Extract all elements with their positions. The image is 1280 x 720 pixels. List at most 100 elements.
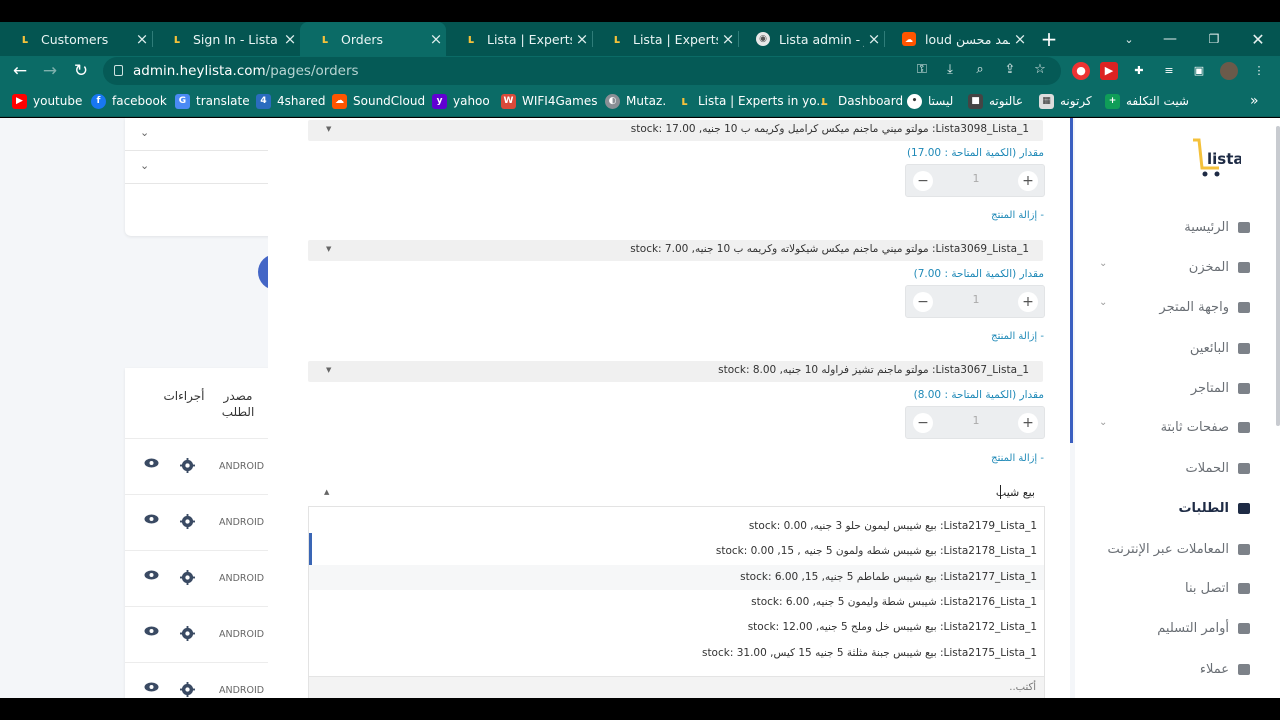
eye-icon[interactable]: [144, 682, 159, 692]
tab-lista-experts-2[interactable]: ʟ Lista | Experts in y ×: [592, 22, 739, 56]
install-icon[interactable]: ⤓: [941, 62, 959, 80]
sidebar-item-customers[interactable]: عملاء: [1200, 658, 1250, 680]
bookmark-lista-experts[interactable]: ʟ Lista | Experts in yo...: [677, 92, 828, 110]
decrement-button[interactable]: −: [913, 413, 933, 433]
sidebar-item-delivery-orders[interactable]: أوامر التسليم: [1157, 617, 1250, 639]
chevron-down-icon[interactable]: ⌄: [140, 126, 149, 139]
forward-arrow-icon[interactable]: →: [35, 56, 65, 86]
gear-icon[interactable]: [180, 682, 195, 697]
dropdown-option[interactable]: Lista2176_Lista_1: شيبس شطة وليمون 5 جني…: [309, 590, 1044, 615]
bookmark-4shared[interactable]: 4 4shared: [256, 92, 326, 110]
chevron-down-icon[interactable]: ⌄: [1099, 258, 1107, 269]
product-select[interactable]: ▼ Lista3098_Lista_1: مولتو ميني ماجنم مي…: [308, 120, 1043, 141]
quantity-input[interactable]: 1: [966, 293, 986, 306]
gear-icon[interactable]: [180, 570, 195, 585]
dropdown-footer-input[interactable]: أكتب..: [309, 676, 1044, 698]
quantity-input[interactable]: 1: [966, 414, 986, 427]
close-icon[interactable]: ×: [572, 30, 592, 48]
bookmark-lista-ar[interactable]: • ليستا: [907, 92, 953, 110]
close-icon[interactable]: ×: [718, 30, 738, 48]
bookmark-soundcloud[interactable]: ☁ SoundCloud: [332, 92, 425, 110]
sidebar-item-stores[interactable]: المتاجر: [1191, 377, 1250, 399]
tab-customers[interactable]: ʟ Customers ×: [0, 22, 153, 56]
minimize-button[interactable]: —: [1148, 22, 1192, 56]
gear-icon[interactable]: [180, 458, 195, 473]
back-arrow-icon[interactable]: ←: [5, 56, 35, 86]
dropdown-option[interactable]: Lista2172_Lista_1: بيع شيبس خل وملح 5 جن…: [309, 615, 1044, 640]
product-select[interactable]: ▼ Lista3067_Lista_1: مولتو ماجنم تشيز فر…: [308, 361, 1043, 382]
sidebar-item-inventory[interactable]: المخزن: [1189, 256, 1250, 278]
quantity-input[interactable]: 1: [966, 172, 986, 185]
chevron-down-icon[interactable]: ⌄: [140, 159, 149, 172]
sidebar-item-contact-us[interactable]: اتصل بنا: [1185, 577, 1250, 599]
side-panel-icon[interactable]: ▣: [1190, 62, 1208, 80]
filter-row[interactable]: ⌄: [125, 151, 275, 184]
tab-orders[interactable]: ʟ Orders ×: [300, 22, 446, 56]
reload-icon[interactable]: ↻: [66, 56, 96, 86]
bookmarks-overflow-icon[interactable]: »: [1250, 92, 1259, 110]
sidebar-item-orders[interactable]: الطلبات: [1178, 497, 1250, 519]
dropdown-option[interactable]: Lista2177_Lista_1: بيع شيبس طماطم 5 جنيه…: [309, 565, 1044, 590]
caret-down-icon[interactable]: ▼: [326, 366, 331, 374]
new-tab-button[interactable]: +: [1038, 22, 1060, 56]
close-icon[interactable]: ×: [426, 30, 446, 48]
menu-kebab-icon[interactable]: ⋮: [1250, 62, 1268, 80]
eye-icon[interactable]: [144, 514, 159, 524]
chevron-down-icon[interactable]: ⌄: [1099, 417, 1107, 428]
sidebar-item-static-pages[interactable]: صفحات ثابتة: [1161, 416, 1250, 438]
extensions-puzzle-icon[interactable]: ✚: [1130, 62, 1148, 80]
increment-button[interactable]: +: [1018, 413, 1038, 433]
extension-video-icon[interactable]: ▶: [1100, 62, 1118, 80]
eye-icon[interactable]: [144, 626, 159, 636]
product-search-input[interactable]: بيع شيب: [996, 486, 1035, 499]
decrement-button[interactable]: −: [913, 171, 933, 191]
caret-down-icon[interactable]: ▼: [326, 245, 331, 253]
remove-product-link[interactable]: - إزالة المنتج: [991, 210, 1044, 221]
remove-product-link[interactable]: - إزالة المنتج: [991, 331, 1044, 342]
bookmark-dashboard[interactable]: ʟ Dashboard: [817, 92, 903, 110]
extension-red-icon[interactable]: ●: [1072, 62, 1090, 80]
key-icon[interactable]: ⚿: [913, 62, 931, 80]
lista-logo[interactable]: lista: [1189, 138, 1241, 178]
chevron-down-icon[interactable]: ⌄: [1099, 297, 1107, 308]
profile-avatar[interactable]: [1220, 62, 1238, 80]
sidebar-item-sellers[interactable]: البائعين: [1190, 337, 1250, 359]
close-icon[interactable]: ×: [280, 30, 300, 48]
dropdown-option[interactable]: Lista2178_Lista_1: بيع شيبس شطه ولمون 5 …: [309, 539, 1044, 564]
eye-icon[interactable]: [144, 570, 159, 580]
address-bar[interactable]: admin.heylista.com/pages/orders ⚿ ⤓ ⌕ ⇪ …: [103, 57, 1061, 85]
dropdown-option[interactable]: Lista2175_Lista_1: بيع شيبس جبنة مثلثة 5…: [309, 641, 1044, 666]
tab-soundcloud[interactable]: ☁ loud محمد محسن ×: [884, 22, 1030, 56]
gear-icon[interactable]: [180, 514, 195, 529]
caret-up-icon[interactable]: ▲: [324, 488, 329, 496]
product-search-select[interactable]: ▲ بيع شيب: [308, 482, 1043, 506]
increment-button[interactable]: +: [1018, 171, 1038, 191]
reading-list-icon[interactable]: ≡: [1160, 62, 1178, 80]
bookmark-mutaz[interactable]: ◐ Mutaz.: [605, 92, 666, 110]
bookmark-translate[interactable]: Gtranslate: [175, 92, 250, 110]
sidebar-item-home[interactable]: الرئيسية: [1184, 216, 1250, 238]
tab-search-chevron-icon[interactable]: ⌄: [1107, 22, 1151, 56]
tab-lista-experts-1[interactable]: ʟ Lista | Experts in y ×: [446, 22, 593, 56]
filter-row[interactable]: ⌄: [125, 118, 275, 151]
gear-icon[interactable]: [180, 626, 195, 641]
product-select[interactable]: ▼ Lista3069_Lista_1: مولتو ميني ماجنم مي…: [308, 240, 1043, 261]
share-icon[interactable]: ⇪: [1001, 62, 1019, 80]
bookmark-wifi4games[interactable]: W WIFI4Games: [501, 92, 597, 110]
remove-product-link[interactable]: - إزالة المنتج: [991, 453, 1044, 464]
decrement-button[interactable]: −: [913, 292, 933, 312]
bookmark-alnota[interactable]: ■ عالنوته: [968, 92, 1023, 110]
caret-down-icon[interactable]: ▼: [326, 125, 331, 133]
close-icon[interactable]: ×: [1010, 30, 1030, 48]
close-icon[interactable]: ×: [132, 30, 152, 48]
dropdown-option[interactable]: Lista2179_Lista_1: بيع شيبس ليمون حلو 3 …: [309, 514, 1044, 539]
scrollbar-thumb[interactable]: [1276, 126, 1280, 426]
bookmark-facebook[interactable]: f facebook: [91, 92, 167, 110]
bookmark-kartona[interactable]: ▦ كرتونه: [1039, 92, 1092, 110]
bookmark-youtube[interactable]: ▶ youtube: [12, 92, 82, 110]
eye-icon[interactable]: [144, 458, 159, 468]
sidebar-item-storefront[interactable]: واجهة المتجر: [1159, 296, 1250, 318]
close-icon[interactable]: ×: [864, 30, 884, 48]
bookmark-cost-sheet[interactable]: + شيت التكلفه: [1105, 92, 1189, 110]
sidebar-item-campaigns[interactable]: الحملات: [1186, 457, 1250, 479]
